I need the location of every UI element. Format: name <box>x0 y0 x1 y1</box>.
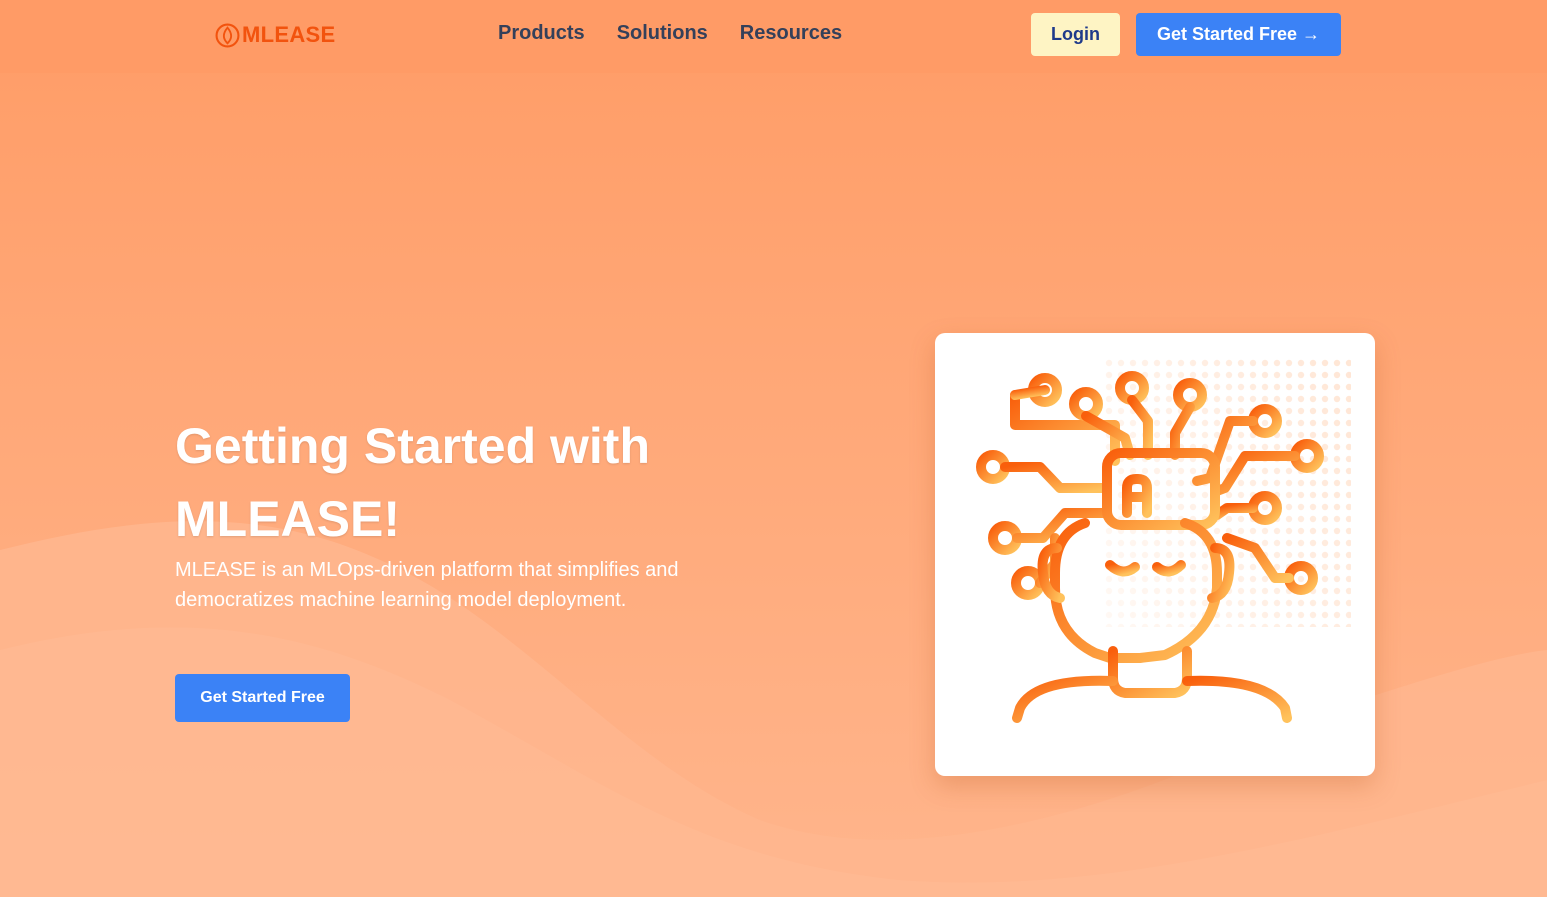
flame-drop-icon <box>215 23 240 47</box>
login-button[interactable]: Login <box>1031 13 1120 56</box>
main-nav: Products Solutions Resources <box>498 22 842 45</box>
nav-link-products[interactable]: Products <box>498 22 585 45</box>
brand-name: MLEASE <box>242 22 336 47</box>
brand-logo[interactable]: MLEASE <box>215 20 335 50</box>
hero-description: MLEASE is an MLOps-driven platform that … <box>175 559 679 611</box>
hero-title: Getting Started with MLEASE! <box>175 418 650 547</box>
ai-brain-head-icon <box>976 357 1351 723</box>
nav-link-solutions[interactable]: Solutions <box>617 22 708 45</box>
top-navbar: MLEASE Products Solutions Resources Logi… <box>0 0 1547 73</box>
hero-illustration-card <box>935 333 1375 776</box>
nav-link-resources[interactable]: Resources <box>740 22 842 45</box>
get-started-free-header-button[interactable]: Get Started Free → <box>1136 13 1341 56</box>
get-started-free-hero-button[interactable]: Get Started Free <box>175 674 350 722</box>
